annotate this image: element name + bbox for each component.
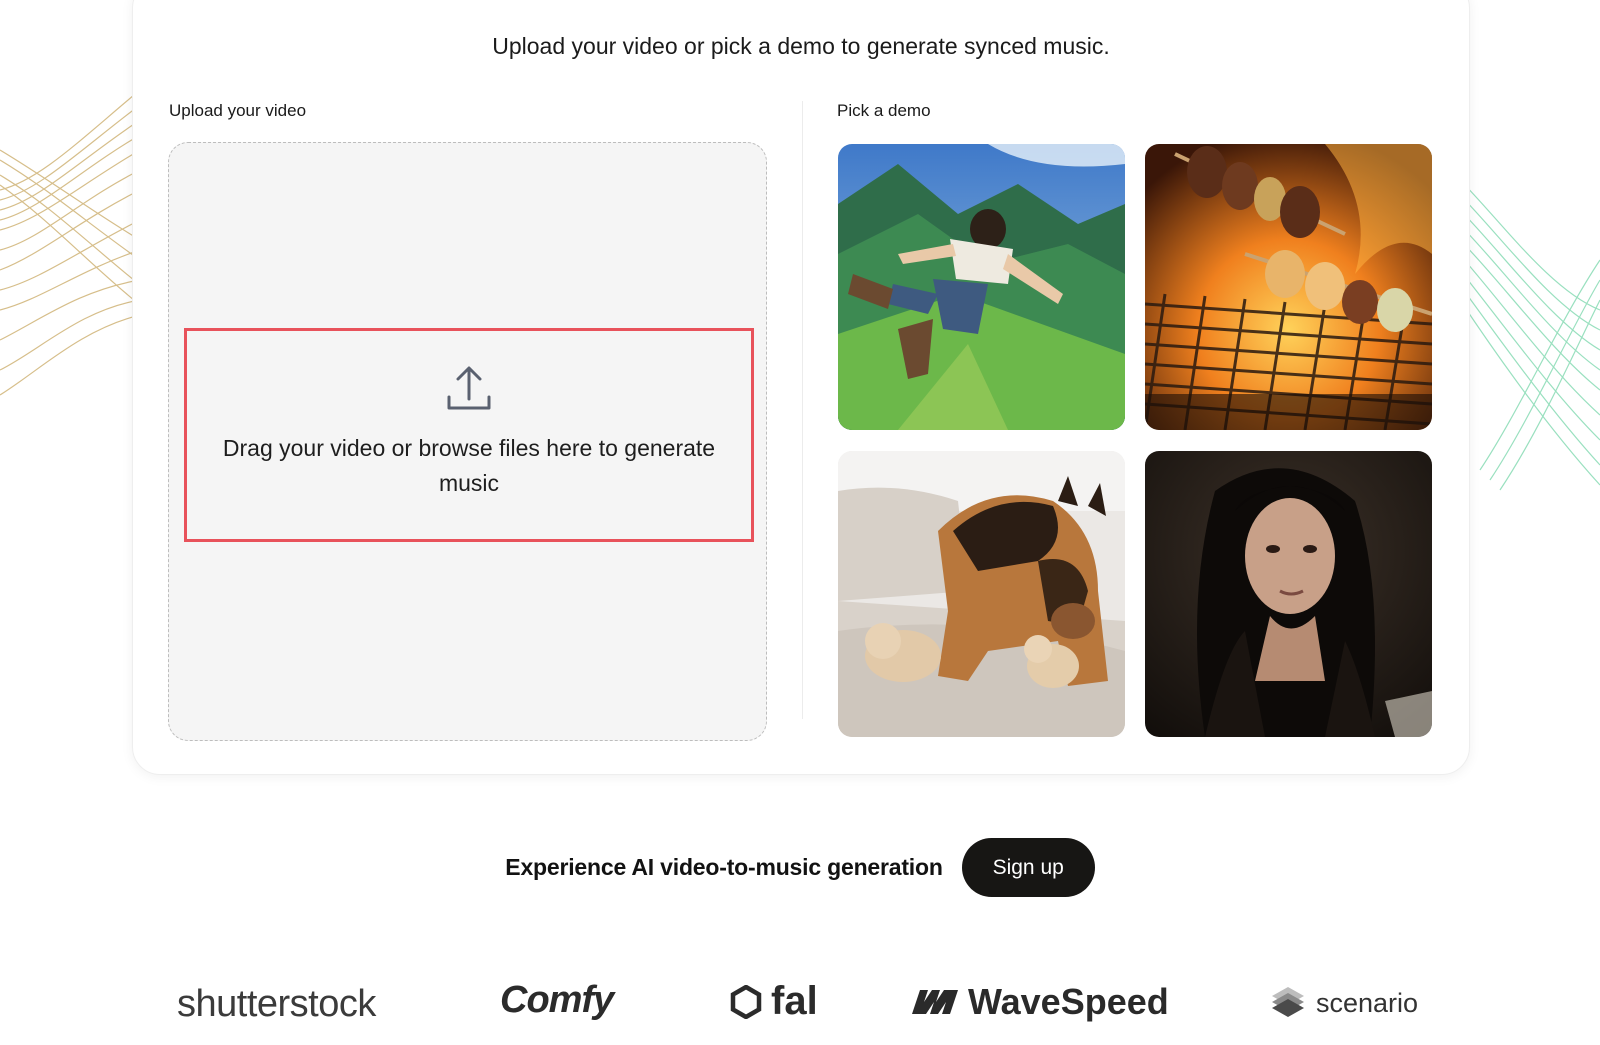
gold-wave-decoration — [0, 89, 140, 396]
fal-mark-icon — [730, 984, 762, 1019]
card-title: Upload your video or pick a demo to gene… — [492, 33, 1110, 59]
demo-section-label: Pick a demo — [837, 101, 931, 120]
demo-thumbnail-emotional-woman[interactable] — [1145, 451, 1432, 737]
comfy-logo: Comfy — [500, 979, 614, 1021]
wavespeed-mark-icon — [912, 990, 958, 1014]
dog-with-kittens-icon — [838, 451, 1125, 737]
scenario-mark-icon — [1272, 987, 1304, 1017]
demo-thumbnail-grill-skewers[interactable] — [1145, 144, 1432, 430]
dropzone-prompt[interactable]: Drag your video or browse files here to … — [184, 328, 754, 542]
upload-section-label: Upload your video — [169, 101, 307, 120]
demo-thumbnail-dog-kittens[interactable] — [838, 451, 1125, 737]
signup-cta: Experience AI video-to-music generation … — [0, 838, 1600, 897]
demo-thumbnail-anime-flight[interactable] — [838, 144, 1125, 430]
scenario-logo: scenario — [1270, 985, 1418, 1021]
upload-card: Upload your video or pick a demo to gene… — [132, 0, 1470, 775]
video-dropzone[interactable]: Drag your video or browse files here to … — [168, 142, 767, 741]
green-wave-decoration — [1460, 179, 1600, 491]
grilled-skewers-icon — [1145, 144, 1432, 430]
upload-icon — [447, 366, 491, 410]
page: Upload your video or pick a demo to gene… — [0, 0, 1600, 1045]
anime-boy-flying-icon — [838, 144, 1125, 430]
woman-crying-icon — [1145, 451, 1432, 737]
partner-logos: shutterstock Comfy fal WaveSpeed scenari… — [0, 975, 1600, 1035]
dropzone-text: Drag your video or browse files here to … — [222, 435, 716, 496]
column-divider — [802, 101, 803, 719]
wavespeed-logo: WaveSpeed — [910, 981, 1169, 1023]
shutterstock-logo: shutterstock — [177, 983, 376, 1025]
demo-grid — [838, 144, 1432, 737]
signup-button[interactable]: Sign up — [961, 838, 1095, 897]
cta-text: Experience AI video-to-music generation — [505, 854, 943, 880]
fal-logo: fal — [729, 979, 818, 1024]
